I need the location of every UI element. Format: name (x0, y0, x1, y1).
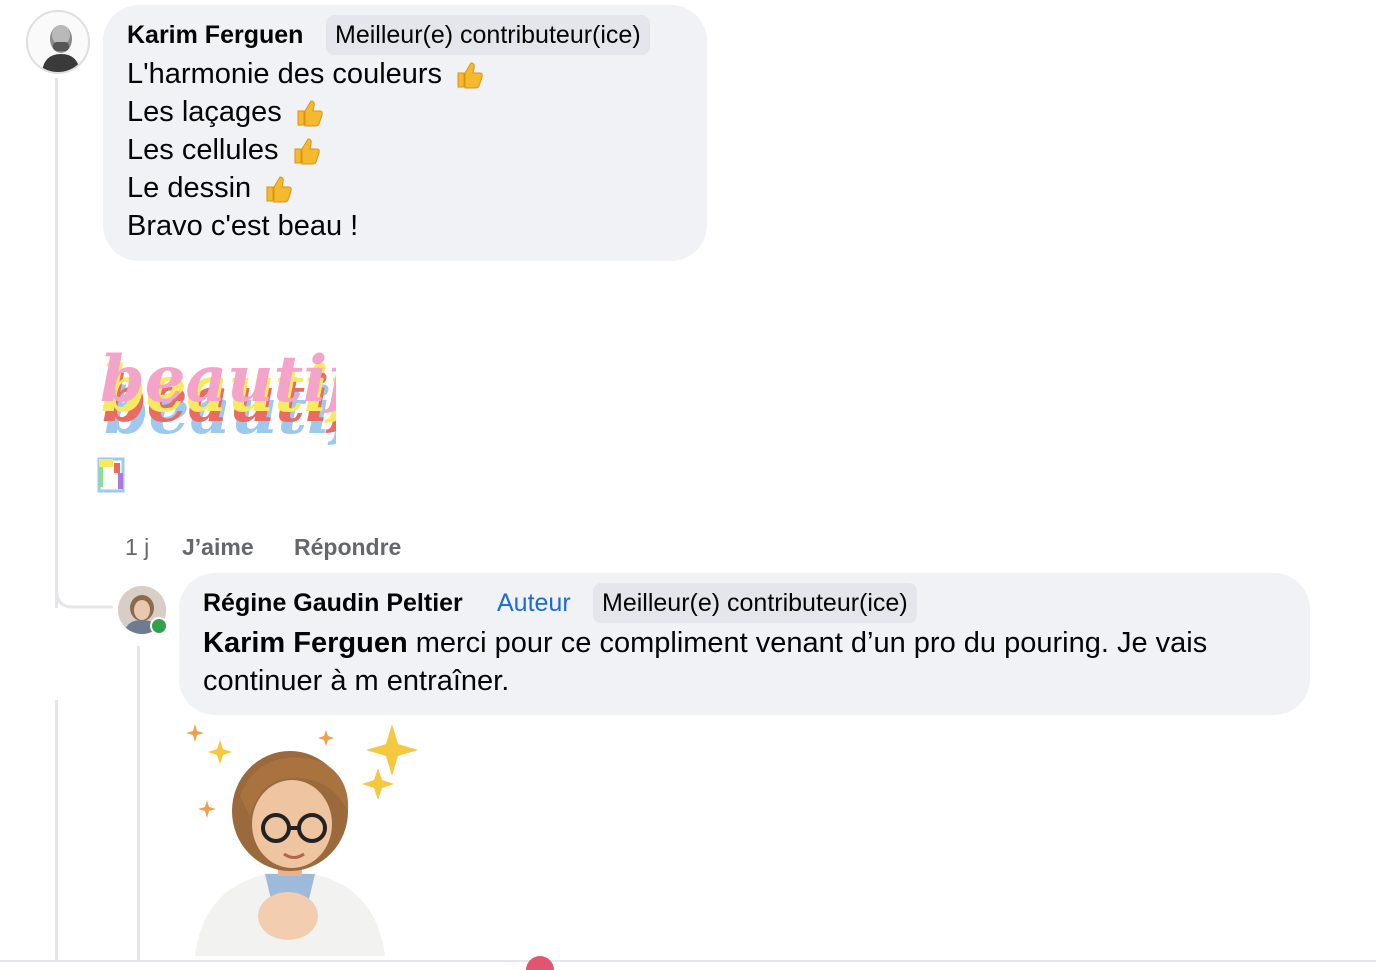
thumbs-up-icon (266, 175, 292, 202)
thumbs-up-icon (294, 137, 320, 164)
thumbs-up-icon (457, 61, 483, 88)
reply-author[interactable]: Régine Gaudin Peltier (203, 589, 463, 618)
memoji-sticker[interactable] (180, 716, 420, 956)
beautiful-sticker[interactable]: beautiful beautiful beautiful beautiful (96, 325, 336, 500)
comment-line: Les cellules (127, 134, 321, 167)
svg-text:beautiful: beautiful (100, 342, 336, 417)
author-badge[interactable]: Auteur (497, 589, 571, 618)
thread-curve (55, 570, 113, 609)
comment-author[interactable]: Karim Ferguen (127, 21, 303, 50)
comment-line: L'harmonie des couleurs (127, 58, 484, 91)
thread-line-lower (55, 700, 58, 960)
reply-text: Karim Ferguen merci pour ce compliment v… (203, 627, 1208, 697)
thread-line-reply (137, 646, 140, 960)
comment-line: Bravo c'est beau ! (127, 210, 359, 242)
like-button[interactable]: J’aime (182, 534, 254, 561)
online-status-indicator (150, 617, 168, 635)
comment-line: Les laçages (127, 96, 324, 129)
comment-line: Le dessin (127, 172, 293, 205)
reply-button[interactable]: Répondre (294, 534, 401, 561)
comment-timestamp[interactable]: 1 j (125, 534, 149, 561)
avatar-karim[interactable] (26, 10, 90, 74)
bottom-divider (0, 960, 1376, 962)
thread-line-main (55, 78, 58, 608)
contributor-badge[interactable]: Meilleur(e) contributeur(ice) (593, 583, 917, 623)
mention-link[interactable]: Karim Ferguen (203, 627, 408, 659)
person-icon (42, 25, 80, 72)
contributor-badge[interactable]: Meilleur(e) contributeur(ice) (326, 15, 650, 55)
thumbs-up-icon (297, 99, 323, 126)
